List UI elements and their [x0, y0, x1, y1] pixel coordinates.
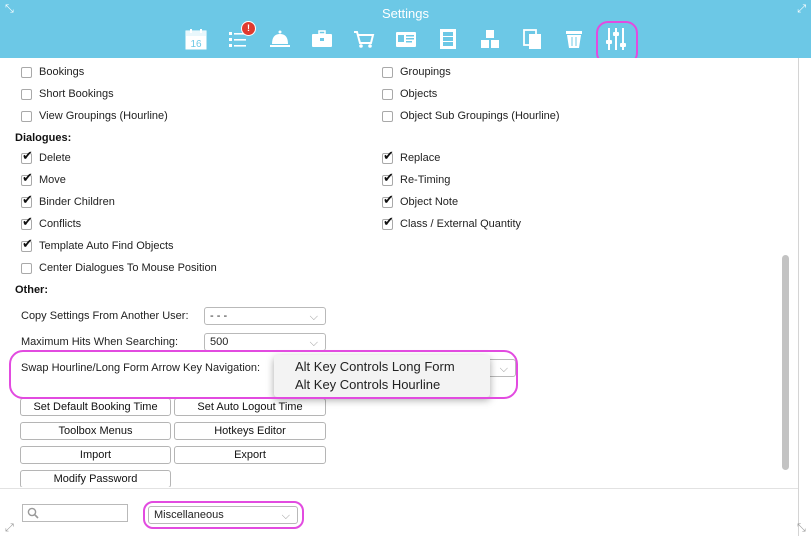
checkbox-box[interactable] — [21, 149, 33, 164]
checkbox-label: Object Note — [400, 196, 459, 208]
checkbox-label: Delete — [39, 152, 71, 164]
modify-password-button[interactable]: Modify Password — [20, 470, 171, 487]
copy-settings-value: - - - — [210, 310, 228, 322]
checkbox-replace[interactable]: Replace — [382, 149, 440, 167]
checkbox-label: Binder Children — [39, 196, 115, 208]
checkbox-box[interactable] — [382, 66, 393, 78]
dropdown-option[interactable]: Alt Key Controls Long Form — [295, 359, 455, 374]
import-button[interactable]: Import — [20, 446, 171, 464]
checkbox-box[interactable] — [382, 171, 394, 186]
checkbox-box[interactable] — [382, 88, 393, 100]
checkbox-class-external-quantity[interactable]: Class / External Quantity — [382, 215, 521, 233]
max-hits-label: Maximum Hits When Searching: — [21, 336, 179, 348]
checkbox-delete[interactable]: Delete — [21, 149, 71, 167]
swap-navigation-dropdown: Alt Key Controls Long Form Alt Key Contr… — [274, 355, 490, 397]
scrollbar-thumb[interactable] — [782, 255, 789, 470]
calendar-icon[interactable]: 16 — [184, 27, 208, 51]
resize-bottom-left-icon[interactable]: ⤢ — [5, 522, 14, 535]
checkbox-view-groupings[interactable]: View Groupings (Hourline) — [21, 107, 168, 125]
checkbox-box[interactable] — [21, 215, 33, 230]
film-strip-icon[interactable] — [436, 27, 460, 51]
service-bell-icon[interactable] — [268, 27, 292, 51]
set-default-booking-time-button[interactable]: Set Default Booking Time — [20, 398, 171, 416]
checkbox-conflicts[interactable]: Conflicts — [21, 215, 81, 233]
checkbox-label: Move — [39, 174, 66, 186]
checkbox-bookings[interactable]: Bookings — [21, 63, 84, 81]
checkbox-box[interactable] — [382, 193, 394, 208]
checkbox-binder-children[interactable]: Binder Children — [21, 193, 115, 211]
chevron-down-icon: ⌵ — [309, 311, 318, 323]
checkbox-label: Class / External Quantity — [400, 218, 522, 230]
checkbox-object-sub-groupings[interactable]: Object Sub Groupings (Hourline) — [382, 107, 560, 125]
checkbox-re-timing[interactable]: Re-Timing — [382, 171, 450, 189]
category-select[interactable]: Miscellaneous ⌵ — [148, 506, 298, 524]
task-list-icon[interactable]: ! — [226, 21, 256, 51]
checkbox-box[interactable] — [21, 88, 32, 100]
copy-pages-icon[interactable] — [520, 27, 544, 51]
svg-text:16: 16 — [190, 39, 202, 50]
chevron-down-icon: ⌵ — [281, 510, 290, 522]
checkbox-box[interactable] — [21, 110, 32, 122]
checkbox-label: Groupings — [400, 66, 451, 78]
checkbox-objects[interactable]: Objects — [382, 85, 437, 103]
checkbox-template-auto-find[interactable]: Template Auto Find Objects — [21, 237, 174, 255]
checkbox-label: Template Auto Find Objects — [39, 240, 174, 252]
dialogues-heading: Dialogues: — [15, 132, 72, 144]
set-auto-logout-time-button[interactable]: Set Auto Logout Time — [174, 398, 326, 416]
other-heading: Other: — [15, 284, 48, 296]
copy-settings-label: Copy Settings From Another User: — [21, 310, 189, 322]
checkbox-box[interactable] — [382, 110, 393, 122]
checkbox-box[interactable] — [21, 193, 33, 208]
copy-settings-select[interactable]: - - - ⌵ — [204, 307, 326, 325]
alert-badge: ! — [241, 21, 256, 36]
window-title: Settings — [382, 6, 429, 21]
checkbox-box[interactable] — [21, 171, 33, 186]
sliders-icon[interactable] — [604, 27, 628, 51]
checkbox-object-note[interactable]: Object Note — [382, 193, 458, 211]
cubes-icon[interactable] — [478, 27, 502, 51]
checkbox-label: View Groupings (Hourline) — [39, 110, 168, 122]
checkbox-box[interactable] — [21, 262, 32, 274]
checkbox-label: Re-Timing — [400, 174, 451, 186]
search-icon — [27, 507, 39, 519]
checkbox-box[interactable] — [21, 66, 32, 78]
checkbox-label: Object Sub Groupings (Hourline) — [400, 110, 560, 122]
modify-password-clip: Modify Password — [20, 470, 171, 487]
max-hits-select[interactable]: 500 ⌵ — [204, 333, 326, 351]
checkbox-label: Objects — [400, 88, 438, 100]
max-hits-value: 500 — [210, 336, 229, 348]
checkbox-center-dialogues[interactable]: Center Dialogues To Mouse Position — [21, 259, 217, 277]
search-input[interactable] — [22, 504, 128, 522]
dropdown-option[interactable]: Alt Key Controls Hourline — [295, 377, 440, 392]
checkbox-label: Short Bookings — [39, 88, 114, 100]
checkbox-label: Bookings — [39, 66, 85, 78]
checkbox-label: Conflicts — [39, 218, 82, 230]
checkbox-label: Center Dialogues To Mouse Position — [39, 262, 217, 274]
checkbox-groupings[interactable]: Groupings — [382, 63, 451, 81]
settings-window: ⤡ ⤢ Settings 16 ! Bookings Short Booking… — [0, 0, 811, 536]
chevron-down-icon: ⌵ — [499, 363, 508, 375]
checkbox-label: Replace — [400, 152, 441, 164]
shopping-cart-icon[interactable] — [352, 27, 376, 51]
trash-icon[interactable] — [562, 27, 586, 51]
checkbox-box[interactable] — [382, 215, 394, 230]
export-button[interactable]: Export — [174, 446, 326, 464]
title-bar: ⤡ ⤢ Settings 16 ! — [0, 0, 811, 65]
resize-bottom-right-icon[interactable]: ⤡ — [797, 522, 806, 535]
category-value: Miscellaneous — [154, 509, 224, 521]
divider — [798, 58, 799, 536]
chevron-down-icon: ⌵ — [309, 337, 318, 349]
checkbox-box[interactable] — [21, 237, 33, 252]
checkbox-box[interactable] — [382, 149, 394, 164]
swap-navigation-label: Swap Hourline/Long Form Arrow Key Naviga… — [21, 362, 261, 374]
hotkeys-editor-button[interactable]: Hotkeys Editor — [174, 422, 326, 440]
briefcase-icon[interactable] — [310, 27, 334, 51]
id-card-icon[interactable] — [394, 27, 418, 51]
checkbox-move[interactable]: Move — [21, 171, 66, 189]
checkbox-short-bookings[interactable]: Short Bookings — [21, 85, 114, 103]
toolbox-menus-button[interactable]: Toolbox Menus — [20, 422, 171, 440]
